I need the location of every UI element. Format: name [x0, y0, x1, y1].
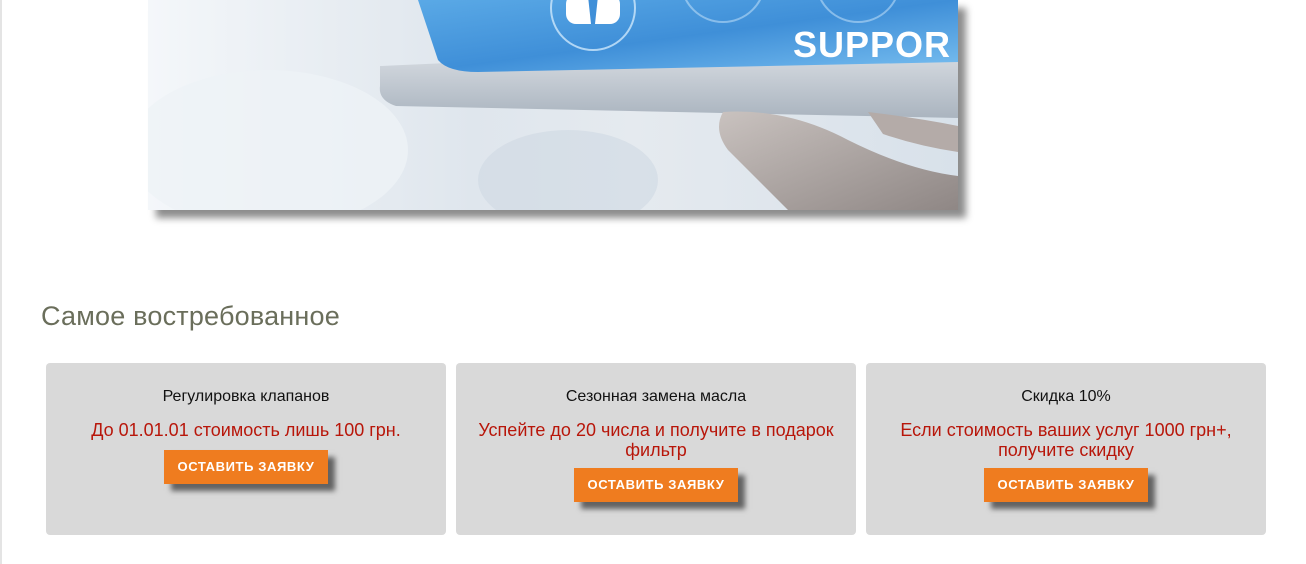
banner-image-text: SUPPOR — [793, 24, 951, 65]
page-left-border — [0, 0, 2, 564]
offer-card-title: Сезонная замена масла — [565, 388, 747, 405]
submit-request-button[interactable]: ОСТАВИТЬ ЗАЯВКУ — [573, 468, 739, 502]
offer-card-valves: Регулировка клапанов До 01.01.01 стоимос… — [46, 363, 446, 535]
offer-card-text: До 01.01.01 стоимость лишь 100 грн. — [91, 420, 401, 440]
support-person-icon — [566, 0, 620, 24]
offer-card-text: Успейте до 20 числа и получите в подарок… — [478, 420, 834, 460]
submit-request-button[interactable]: ОСТАВИТЬ ЗАЯВКУ — [983, 468, 1149, 502]
section-title: Самое востребованное — [41, 301, 340, 331]
offer-card-title: Регулировка клапанов — [162, 388, 330, 405]
offer-card-oil-change: Сезонная замена масла Успейте до 20 числ… — [456, 363, 856, 535]
support-banner-image: SUPPOR — [148, 0, 958, 210]
submit-request-button[interactable]: ОСТАВИТЬ ЗАЯВКУ — [163, 450, 329, 484]
offer-card-discount: Скидка 10% Если стоимость ваших услуг 10… — [866, 363, 1266, 535]
offer-card-text: Если стоимость ваших услуг 1000 грн+, по… — [900, 420, 1232, 460]
offer-card-title: Скидка 10% — [1021, 388, 1111, 405]
